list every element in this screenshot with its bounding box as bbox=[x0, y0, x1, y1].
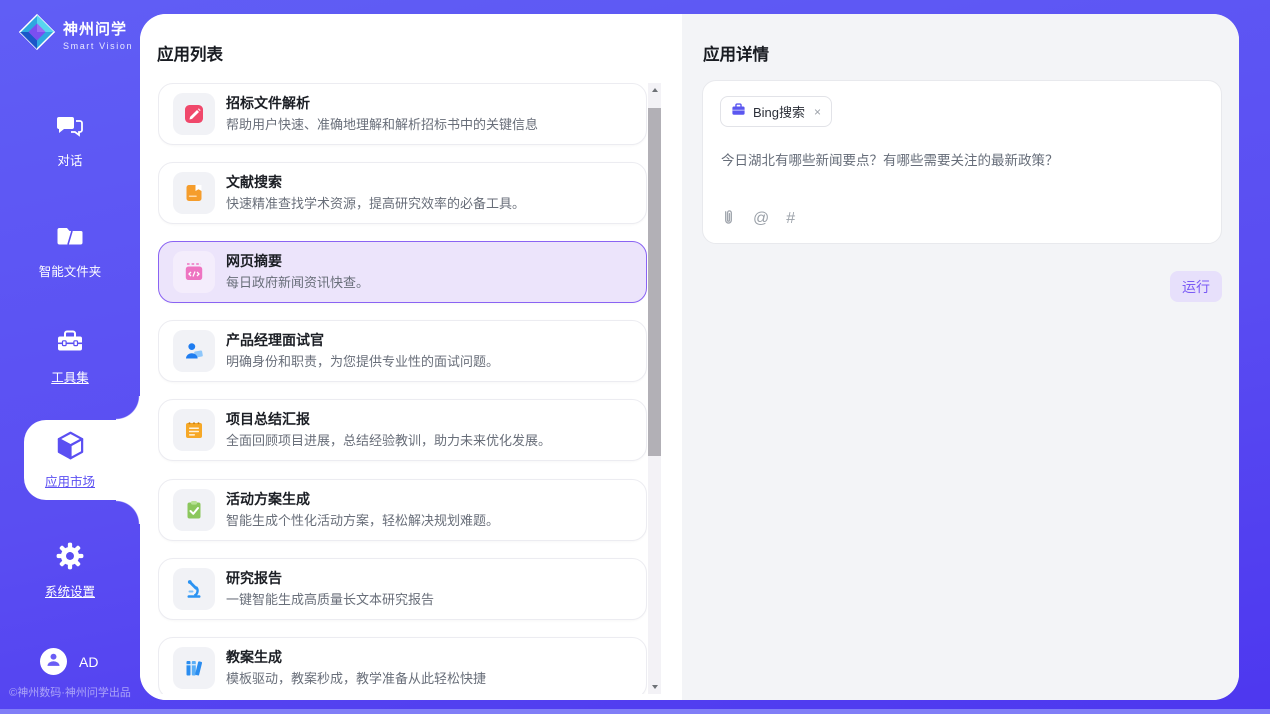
diamond-logo-icon bbox=[18, 13, 56, 56]
clipboard-check-icon bbox=[173, 489, 215, 531]
app-card-desc: 一键智能生成高质量长文本研究报告 bbox=[226, 590, 434, 609]
app-card-desc: 每日政府新闻资讯快查。 bbox=[226, 273, 369, 292]
app-card-web-summary[interactable]: 网页摘要 每日政府新闻资讯快查。 bbox=[158, 241, 647, 303]
books-icon bbox=[173, 647, 215, 689]
briefcase-icon bbox=[731, 102, 746, 122]
app-card-title: 活动方案生成 bbox=[226, 490, 499, 509]
app-card-title: 文献搜索 bbox=[226, 173, 525, 192]
toolbox-icon bbox=[55, 344, 85, 361]
app-card-desc: 明确身份和职责，为您提供专业性的面试问题。 bbox=[226, 352, 499, 371]
folder-icon bbox=[55, 238, 85, 255]
browser-code-icon bbox=[173, 251, 215, 293]
app-list-title: 应用列表 bbox=[157, 41, 223, 65]
main-container: 应用列表 招标文件解析 帮助用户快速、准确地理解和解析招标书中的关键信息 bbox=[140, 14, 1239, 700]
book-icon bbox=[173, 172, 215, 214]
interviewer-person-icon bbox=[173, 330, 215, 372]
brand-subtitle: Smart Vision bbox=[63, 41, 133, 51]
sidebar-item-label: 系统设置 bbox=[0, 581, 140, 600]
app-root: { "brand": { "name": "神州问学", "subtitle":… bbox=[0, 0, 1270, 714]
app-card-title: 产品经理面试官 bbox=[226, 331, 499, 350]
hash-icon[interactable]: # bbox=[786, 211, 795, 227]
app-card-bid-parse[interactable]: 招标文件解析 帮助用户快速、准确地理解和解析招标书中的关键信息 bbox=[158, 83, 647, 145]
cube-icon bbox=[55, 448, 86, 465]
app-list-scrollbar[interactable] bbox=[648, 83, 661, 694]
app-card-lesson-plan[interactable]: 教案生成 模板驱动，教案秒成，教学准备从此轻松快捷 bbox=[158, 637, 647, 694]
app-details-panel: 应用详情 Bing搜索 × 今日湖北有哪些新闻要点？有哪些需要关注的最新政策？ bbox=[682, 14, 1239, 700]
app-card-project-summary[interactable]: 项目总结汇报 全面回顾项目进展，总结经验教训，助力未来优化发展。 bbox=[158, 399, 647, 461]
user-name: AD bbox=[79, 654, 98, 670]
avatar bbox=[40, 648, 67, 675]
triangle-down-icon bbox=[652, 685, 658, 689]
mention-icon[interactable]: @ bbox=[753, 211, 769, 227]
scrollbar-up-button[interactable] bbox=[648, 83, 661, 97]
app-card-title: 项目总结汇报 bbox=[226, 410, 551, 429]
app-card-literature-search[interactable]: 文献搜索 快速精准查找学术资源，提高研究效率的必备工具。 bbox=[158, 162, 647, 224]
prompt-card: Bing搜索 × 今日湖北有哪些新闻要点？有哪些需要关注的最新政策？ @ # bbox=[702, 80, 1222, 244]
scrollbar-thumb[interactable] bbox=[648, 108, 661, 456]
sidebar-item-toolset[interactable]: 工具集 bbox=[0, 327, 140, 386]
sidebar: 神州问学 Smart Vision 对话 智能文件夹 bbox=[0, 0, 140, 714]
user-row[interactable]: AD bbox=[40, 648, 98, 675]
app-card-desc: 模板驱动，教案秒成，教学准备从此轻松快捷 bbox=[226, 669, 486, 688]
note-icon bbox=[173, 409, 215, 451]
sidebar-item-settings[interactable]: 系统设置 bbox=[0, 541, 140, 600]
triangle-up-icon bbox=[652, 88, 658, 92]
bottom-edge-strip bbox=[0, 709, 1270, 714]
app-card-research-report[interactable]: 研究报告 一键智能生成高质量长文本研究报告 bbox=[158, 558, 647, 620]
app-card-desc: 帮助用户快速、准确地理解和解析招标书中的关键信息 bbox=[226, 115, 538, 134]
sidebar-item-label: 应用市场 bbox=[0, 471, 140, 490]
composer-toolbar: @ # bbox=[721, 208, 795, 230]
tool-tag-label: Bing搜索 bbox=[753, 102, 805, 121]
prompt-text[interactable]: 今日湖北有哪些新闻要点？有哪些需要关注的最新政策？ bbox=[721, 151, 1201, 171]
tool-tag-bing-search[interactable]: Bing搜索 × bbox=[720, 96, 832, 127]
app-card-desc: 全面回顾项目进展，总结经验教训，助力未来优化发展。 bbox=[226, 431, 551, 450]
sidebar-item-smart-folder[interactable]: 智能文件夹 bbox=[0, 221, 140, 280]
microscope-icon bbox=[173, 568, 215, 610]
gear-icon bbox=[55, 558, 85, 575]
brand-name: 神州问学 bbox=[63, 18, 133, 39]
brand: 神州问学 Smart Vision bbox=[18, 13, 133, 56]
sidebar-item-label: 工具集 bbox=[0, 367, 140, 386]
app-card-pm-interviewer[interactable]: 产品经理面试官 明确身份和职责，为您提供专业性的面试问题。 bbox=[158, 320, 647, 382]
attach-icon[interactable] bbox=[721, 208, 736, 230]
app-details-title: 应用详情 bbox=[703, 41, 769, 65]
user-avatar-icon bbox=[45, 651, 62, 673]
sidebar-item-chat[interactable]: 对话 bbox=[0, 110, 140, 169]
app-card-title: 网页摘要 bbox=[226, 252, 369, 271]
app-card-activity-plan[interactable]: 活动方案生成 智能生成个性化活动方案，轻松解决规划难题。 bbox=[158, 479, 647, 541]
bubble-fillet-top bbox=[116, 396, 140, 420]
run-button[interactable]: 运行 bbox=[1170, 271, 1222, 302]
app-card-title: 招标文件解析 bbox=[226, 94, 538, 113]
doc-edit-icon bbox=[173, 93, 215, 135]
copyright-footer: ©神州数码·神州问学出品 bbox=[0, 684, 140, 700]
app-card-desc: 智能生成个性化活动方案，轻松解决规划难题。 bbox=[226, 511, 499, 530]
sidebar-item-app-market[interactable]: 应用市场 bbox=[0, 430, 140, 490]
scrollbar-down-button[interactable] bbox=[648, 680, 661, 694]
app-card-desc: 快速精准查找学术资源，提高研究效率的必备工具。 bbox=[226, 194, 525, 213]
app-card-list: 招标文件解析 帮助用户快速、准确地理解和解析招标书中的关键信息 文献搜索 快速精… bbox=[158, 83, 647, 694]
app-list-panel: 应用列表 招标文件解析 帮助用户快速、准确地理解和解析招标书中的关键信息 bbox=[140, 14, 682, 700]
sidebar-item-label: 对话 bbox=[0, 150, 140, 169]
app-card-title: 研究报告 bbox=[226, 569, 434, 588]
close-icon[interactable]: × bbox=[814, 105, 821, 119]
chat-icon bbox=[55, 127, 85, 144]
bubble-fillet-bottom bbox=[116, 500, 140, 524]
sidebar-item-label: 智能文件夹 bbox=[0, 261, 140, 280]
app-card-title: 教案生成 bbox=[226, 648, 486, 667]
